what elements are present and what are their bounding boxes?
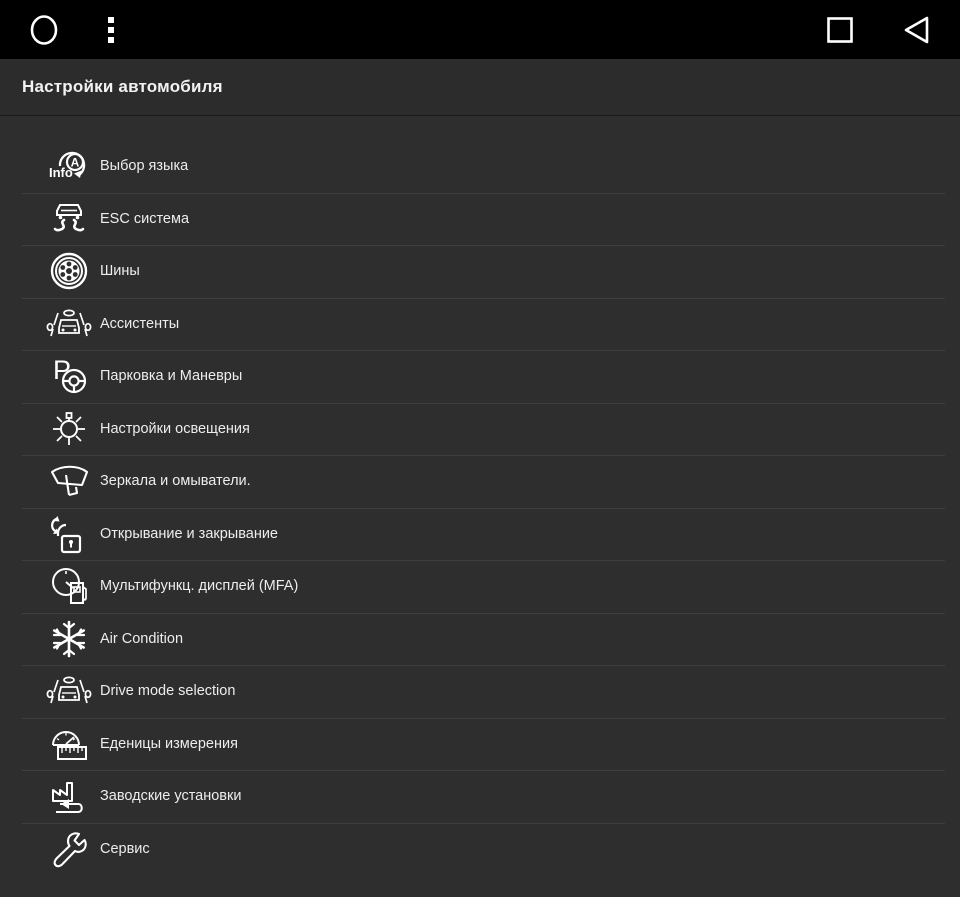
language-info-icon: A Info <box>38 146 100 186</box>
list-item-label: Air Condition <box>100 630 184 647</box>
factory-reset-icon <box>38 775 100 817</box>
wrench-service-icon <box>38 828 100 870</box>
square-recents-icon[interactable] <box>826 16 854 44</box>
lighting-sun-icon <box>38 408 100 450</box>
list-item-factory-reset[interactable]: Заводские установки <box>0 770 960 823</box>
list-item-mirrors[interactable]: Зеркала и омыватели. <box>0 455 960 508</box>
list-item-language[interactable]: A Info Выбор языка <box>0 140 960 193</box>
list-item-label: Еденицы измерения <box>100 735 238 752</box>
list-item-label: Заводские установки <box>100 788 242 804</box>
list-item-label: Открывание и закрывание <box>100 525 279 542</box>
system-navigation-bar <box>0 0 960 59</box>
esc-stability-icon <box>38 199 100 239</box>
list-item-open-close[interactable]: Открывание и закрывание <box>0 507 960 561</box>
drive-mode-icon <box>38 671 100 711</box>
parking-maneuver-icon: P <box>38 355 100 397</box>
title-bar: Настройки автомобиля <box>0 59 960 116</box>
list-item-lighting[interactable]: Настройки освещения <box>0 402 960 456</box>
list-item-label: Зеркала и омыватели. <box>100 473 251 489</box>
mfa-display-icon <box>38 565 100 607</box>
list-item-drive-mode[interactable]: Drive mode selection <box>0 665 960 718</box>
triangle-back-icon[interactable] <box>902 15 932 45</box>
snowflake-ac-icon <box>38 618 100 660</box>
list-item-label: Настройки освещения <box>100 420 250 437</box>
list-item-assistants[interactable]: Ассистенты <box>0 297 960 351</box>
list-item-tires[interactable]: Шины <box>0 245 960 298</box>
list-item-label: Drive mode selection <box>100 683 236 699</box>
units-measure-icon <box>38 723 100 765</box>
settings-list: A Info Выбор языка ESC система Шины Асси… <box>0 116 960 897</box>
sysbar-left-group <box>29 14 115 46</box>
list-item-label: Парковка и Маневры <box>100 368 243 384</box>
list-item-label: Выбор языка <box>100 158 189 174</box>
list-item-air-condition[interactable]: Air Condition <box>0 612 960 666</box>
list-item-label: Сервис <box>100 840 150 857</box>
page-title: Настройки автомобиля <box>22 77 223 96</box>
wiper-washer-icon <box>38 461 100 501</box>
list-item-label: Шины <box>100 263 140 279</box>
circle-home-icon[interactable] <box>29 14 59 46</box>
svg-text:Info: Info <box>49 165 73 180</box>
list-item-units[interactable]: Еденицы измерения <box>0 717 960 771</box>
driver-assist-icon <box>38 304 100 344</box>
sysbar-right-group <box>826 15 932 45</box>
tire-wheel-icon <box>38 251 100 291</box>
overflow-menu-icon[interactable] <box>107 15 115 45</box>
list-item-label: Ассистенты <box>100 315 180 332</box>
list-item-service[interactable]: Сервис <box>0 822 960 876</box>
list-item-parking[interactable]: P Парковка и Маневры <box>0 350 960 403</box>
list-item-esc[interactable]: ESC система <box>0 192 960 246</box>
list-item-label: Мультифункц. дисплей (MFA) <box>100 578 299 594</box>
list-item-label: ESC система <box>100 210 190 227</box>
list-item-mfa[interactable]: Мультифункц. дисплей (MFA) <box>0 560 960 613</box>
lock-open-close-icon <box>38 513 100 555</box>
